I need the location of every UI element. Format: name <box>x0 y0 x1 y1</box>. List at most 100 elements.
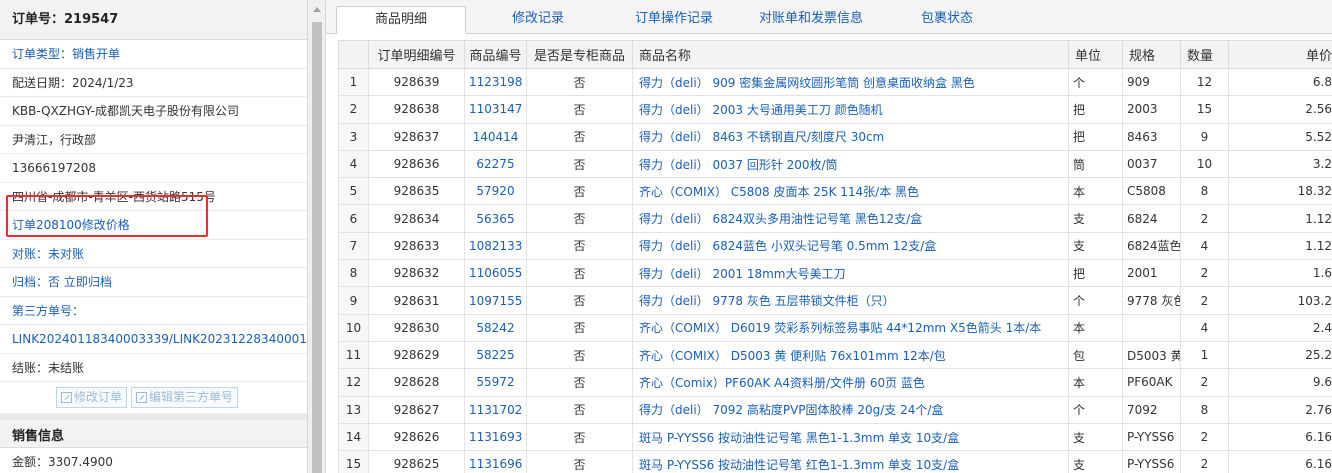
product-name-link[interactable]: 得力（deli） 8463 不锈钢直尺/刻度尺 30cm <box>632 122 1069 151</box>
product-name-link[interactable]: 齐心（COMIX） D5003 黄 便利贴 76x101mm 12本/包 <box>632 340 1069 370</box>
product-id-link[interactable]: 140414 <box>464 122 527 151</box>
col-spec-header[interactable]: 规格 <box>1122 40 1181 69</box>
product-name-link[interactable]: 得力（deli） 2003 大号通用美工刀 颜色随机 <box>632 95 1069 124</box>
reconcile-row[interactable]: 对账：未对账 <box>0 240 307 268</box>
archive-now-link[interactable]: 否 立即归档 <box>48 275 112 289</box>
product-id-link[interactable]: 62275 <box>464 149 527 179</box>
table-row[interactable]: 11 928629 58225 否齐心（COMIX） D5003 黄 便利贴 76x1… <box>338 340 1332 370</box>
product-id-link[interactable]: 1123198 <box>464 67 527 97</box>
tab-product-details[interactable]: 商品明细 <box>336 6 466 34</box>
table-row[interactable]: 9 928631 1097155 否得力（deli） 9778 灰色 五层带锁文件柜（… <box>338 286 1332 315</box>
product-name-link[interactable]: 得力（deli） 7092 高粘度PVP固体胶棒 20g/支 24个/盒 <box>632 395 1069 424</box>
third-party-number[interactable]: LINK20240118340003339/LINK20231228340001… <box>12 332 307 346</box>
counter-item: 否 <box>526 204 633 233</box>
detail-id: 928626 <box>368 422 465 452</box>
detail-id: 928631 <box>368 286 465 315</box>
scroll-up-arrow-icon[interactable] <box>313 7 321 12</box>
product-id-link[interactable]: 1106055 <box>464 259 527 288</box>
unit: 支 <box>1068 450 1123 473</box>
third-party-number-row[interactable]: LINK20240118340003339/LINK20231228340001… <box>0 325 307 354</box>
product-id-link[interactable]: 1097155 <box>464 286 527 315</box>
product-id-link[interactable]: 55972 <box>464 368 527 397</box>
order-type-row[interactable]: 订单类型：销售开单 <box>0 40 307 69</box>
product-id-link[interactable]: 57920 <box>464 177 527 206</box>
counter-item: 否 <box>526 368 633 397</box>
spec: 9778 灰色 <box>1122 286 1181 315</box>
reconcile-status[interactable]: 未对账 <box>48 247 84 261</box>
col-unit-price-header[interactable]: 单价 <box>1228 40 1332 69</box>
spec: 2001 <box>1122 259 1181 288</box>
col-counter-item-header[interactable]: 是否是专柜商品 <box>526 40 633 69</box>
table-row[interactable]: 13 928627 1131702 否得力（deli） 7092 高粘度PVP固体胶棒… <box>338 395 1332 424</box>
unit-price: 9.6 <box>1228 368 1332 397</box>
product-name-link[interactable]: 得力（deli） 2001 18mm大号美工刀 <box>632 259 1069 288</box>
phone-row: 13666197208 <box>0 154 307 183</box>
product-id-link[interactable]: 1082133 <box>464 231 527 261</box>
tab-operation-log[interactable]: 订单操作记录 <box>612 6 736 34</box>
row-index: 15 <box>338 450 369 473</box>
order-type-value[interactable]: 销售开单 <box>72 47 120 61</box>
spec: 6824 <box>1122 204 1181 233</box>
product-name-link[interactable]: 齐心（COMIX） C5808 皮面本 25K 114张/本 黑色 <box>632 177 1069 206</box>
product-id-link[interactable]: 1131702 <box>464 395 527 424</box>
table-row[interactable]: 15 928625 1131696 否斑马 P-YYSS6 按动油性记号笔 红色1-1… <box>338 450 1332 473</box>
edit-icon <box>61 392 72 403</box>
product-id-link[interactable]: 56365 <box>464 204 527 233</box>
tab-statement-invoice[interactable]: 对账单和发票信息 <box>740 6 882 34</box>
col-product-name-header[interactable]: 商品名称 <box>632 40 1069 69</box>
unit: 筒 <box>1068 149 1123 179</box>
product-name-link[interactable]: 得力（deli） 9778 灰色 五层带锁文件柜（只） <box>632 286 1069 315</box>
amount-value: 金额：3307.4900 <box>12 455 113 469</box>
col-quantity-header[interactable]: 数量 <box>1180 40 1229 69</box>
table-row[interactable]: 14 928626 1131693 否斑马 P-YYSS6 按动油性记号笔 黑色1-1… <box>338 422 1332 452</box>
order-detail-panel: 商品明细 修改记录 订单操作记录 对账单和发票信息 包裹状态 订单明细编号 商品… <box>326 0 1332 473</box>
product-id-link[interactable]: 58225 <box>464 340 527 370</box>
product-name-link[interactable]: 得力（deli） 0037 回形针 200枚/筒 <box>632 149 1069 179</box>
reconcile-label: 对账： <box>12 246 49 261</box>
product-name-link[interactable]: 齐心（COMIX） D6019 荧彩系列标签易事贴 44*12mm X5色箭头 … <box>632 313 1069 342</box>
product-id-link[interactable]: 1103147 <box>464 95 527 124</box>
archive-label: 归档： <box>12 275 49 289</box>
table-row[interactable]: 8 928632 1106055 否得力（deli） 2001 18mm大号美工刀把 2… <box>338 259 1332 288</box>
tab-change-log[interactable]: 修改记录 <box>476 6 600 34</box>
table-row[interactable]: 5 928635 57920 否齐心（COMIX） C5808 皮面本 25K 114… <box>338 177 1332 206</box>
table-row[interactable]: 12 928628 55972 否齐心（Comix）PF60AK A4资料册/文件册 … <box>338 368 1332 397</box>
table-row[interactable]: 7 928633 1082133 否得力（deli） 6824蓝色 小双头记号笔 0.… <box>338 231 1332 261</box>
product-name-link[interactable]: 得力（deli） 6824蓝色 小双头记号笔 0.5mm 12支/盒 <box>632 231 1069 261</box>
col-detail-id-header[interactable]: 订单明细编号 <box>368 40 465 69</box>
table-row[interactable]: 10 928630 58242 否齐心（COMIX） D6019 荧彩系列标签易事贴 … <box>338 313 1332 342</box>
product-name-link[interactable]: 斑马 P-YYSS6 按动油性记号笔 红色1-1.3mm 单支 10支/盒 <box>632 450 1069 473</box>
quantity: 8 <box>1180 177 1229 206</box>
row-index: 1 <box>338 67 369 97</box>
product-id-link[interactable]: 58242 <box>464 313 527 342</box>
tab-package-status[interactable]: 包裹状态 <box>886 6 1008 34</box>
unit: 支 <box>1068 231 1123 261</box>
product-name-link[interactable]: 斑马 P-YYSS6 按动油性记号笔 黑色1-1.3mm 单支 10支/盒 <box>632 422 1069 452</box>
product-name-link[interactable]: 得力（deli） 909 密集金属网纹圆形笔筒 创意桌面收纳盒 黑色 <box>632 67 1069 97</box>
table-row[interactable]: 1 928639 1123198 否得力（deli） 909 密集金属网纹圆形笔筒 创… <box>338 67 1332 97</box>
counter-item: 否 <box>526 122 633 151</box>
table-row[interactable]: 4 928636 62275 否得力（deli） 0037 回形针 200枚/筒筒 00… <box>338 149 1332 179</box>
product-name-link[interactable]: 得力（deli） 6824双头多用油性记号笔 黑色12支/盒 <box>632 204 1069 233</box>
product-id-link[interactable]: 1131693 <box>464 422 527 452</box>
scrollbar-thumb[interactable] <box>312 22 322 473</box>
customer-company-row: KBB-QXZHGY-成都凯天电子股份有限公司 <box>0 97 307 126</box>
col-product-id-header[interactable]: 商品编号 <box>464 40 527 69</box>
table-row[interactable]: 2 928638 1103147 否得力（deli） 2003 大号通用美工刀 颜色随… <box>338 95 1332 124</box>
edit-order-button[interactable]: 修改订单 <box>56 387 128 408</box>
spec: 0037 <box>1122 149 1181 179</box>
unit-price: 5.52 <box>1228 122 1332 151</box>
product-name-link[interactable]: 齐心（Comix）PF60AK A4资料册/文件册 60页 蓝色 <box>632 368 1069 397</box>
customer-company: KBB-QXZHGY-成都凯天电子股份有限公司 <box>12 104 239 118</box>
detail-id: 928629 <box>368 340 465 370</box>
col-unit-header[interactable]: 单位 <box>1068 40 1123 69</box>
spec: 909 <box>1122 67 1181 97</box>
edit-third-party-button[interactable]: 编辑第三方单号 <box>131 387 239 408</box>
spec: 2003 <box>1122 95 1181 124</box>
table-row[interactable]: 6 928634 56365 否得力（deli） 6824双头多用油性记号笔 黑色12… <box>338 204 1332 233</box>
table-row[interactable]: 3 928637 140414 否得力（deli） 8463 不锈钢直尺/刻度尺 30… <box>338 122 1332 151</box>
left-panel-scrollbar[interactable] <box>308 0 326 473</box>
quantity: 2 <box>1180 286 1229 315</box>
product-id-link[interactable]: 1131696 <box>464 450 527 473</box>
archive-row[interactable]: 归档：否 立即归档 <box>0 268 307 297</box>
